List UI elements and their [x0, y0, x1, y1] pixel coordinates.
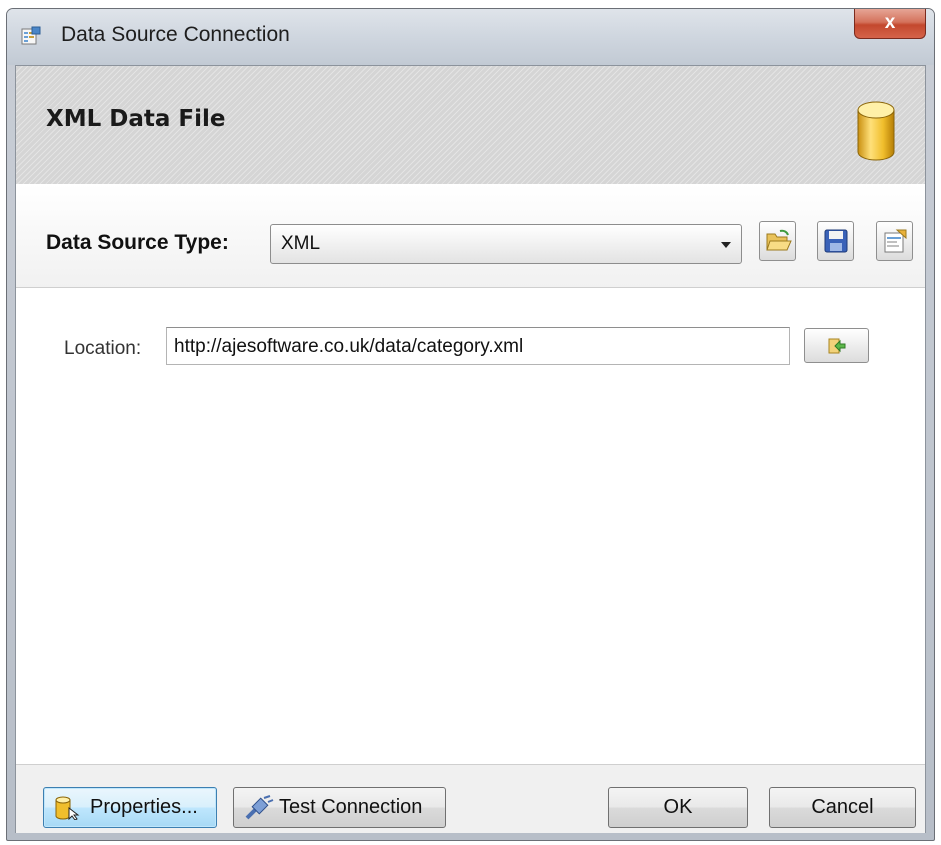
- cancel-button[interactable]: Cancel: [769, 787, 916, 828]
- window-title: Data Source Connection: [61, 23, 290, 46]
- dialog-client-area: XML Data File Data Source Type: XML Loca…: [15, 65, 926, 833]
- location-browse-button[interactable]: [804, 328, 869, 363]
- ok-button[interactable]: OK: [608, 787, 748, 828]
- test-connection-button[interactable]: Test Connection: [233, 787, 446, 828]
- location-input[interactable]: http://ajesoftware.co.uk/data/category.x…: [166, 327, 790, 365]
- properties-button-label: Properties...: [90, 796, 198, 818]
- header-title: XML Data File: [46, 106, 226, 132]
- close-icon: x: [884, 12, 896, 33]
- data-source-type-bar: Data Source Type: XML: [16, 184, 925, 288]
- open-folder-icon: [766, 229, 792, 251]
- go-arrow-icon: [828, 338, 846, 354]
- test-connection-label: Test Connection: [279, 796, 423, 818]
- database-properties-icon: [55, 796, 80, 820]
- save-button[interactable]: [817, 221, 854, 261]
- ok-button-label: OK: [663, 796, 693, 818]
- location-label: Location:: [64, 338, 142, 359]
- properties-page-icon: [884, 229, 907, 253]
- header-banner: XML Data File: [16, 66, 925, 185]
- open-file-button[interactable]: [759, 221, 796, 261]
- button-bar: Properties... Test Connection OK Cancel: [16, 764, 925, 833]
- title-bar[interactable]: Data Source Connection x: [7, 9, 934, 65]
- cancel-button-label: Cancel: [811, 796, 874, 818]
- properties-button[interactable]: Properties...: [43, 787, 217, 828]
- data-source-type-select[interactable]: XML: [270, 224, 742, 264]
- properties-page-button[interactable]: [876, 221, 913, 261]
- window-app-icon: [21, 26, 41, 46]
- close-button[interactable]: x: [854, 9, 926, 39]
- connection-plug-icon: [245, 795, 274, 820]
- save-disk-icon: [824, 229, 848, 253]
- dialog-window: Data Source Connection x XML Data File D…: [6, 8, 935, 841]
- chevron-down-icon: [721, 242, 731, 248]
- data-source-type-value: XML: [281, 233, 321, 254]
- data-source-type-label: Data Source Type:: [46, 231, 229, 254]
- database-cylinder-icon: [856, 100, 896, 167]
- location-value: http://ajesoftware.co.uk/data/category.x…: [174, 336, 524, 357]
